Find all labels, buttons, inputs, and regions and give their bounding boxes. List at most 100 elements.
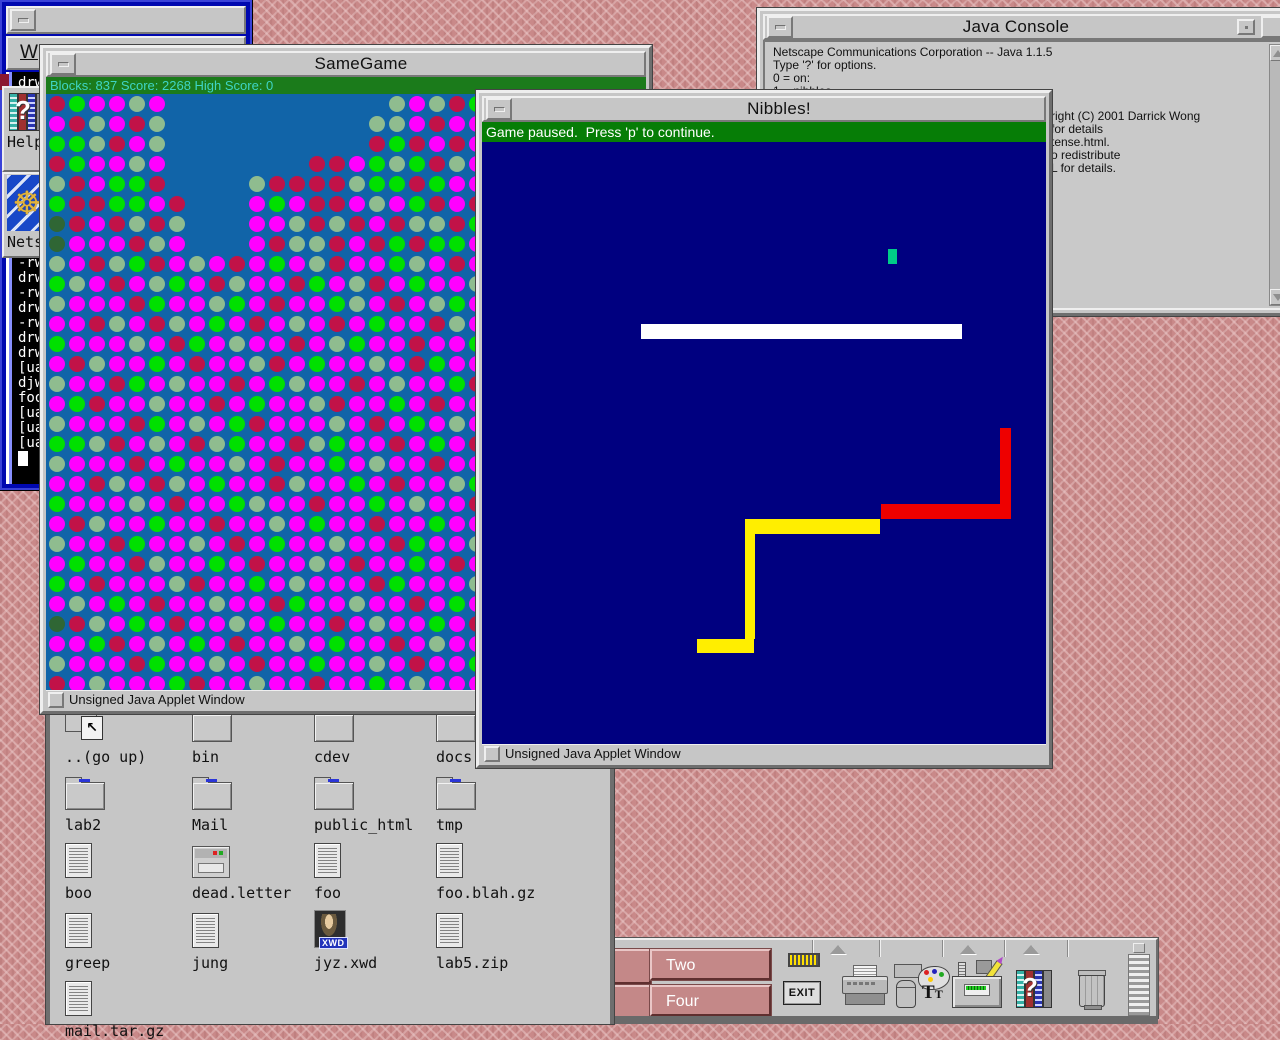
samegame-block[interactable] (249, 616, 265, 632)
maximize-button[interactable] (1261, 16, 1280, 38)
samegame-block[interactable] (129, 156, 145, 172)
samegame-block[interactable] (149, 456, 165, 472)
samegame-block[interactable] (89, 636, 105, 652)
samegame-block[interactable] (249, 176, 265, 192)
samegame-block[interactable] (249, 476, 265, 492)
samegame-block[interactable] (89, 596, 105, 612)
samegame-block[interactable] (409, 316, 425, 332)
samegame-block[interactable] (149, 136, 165, 152)
samegame-block[interactable] (449, 476, 465, 492)
samegame-block[interactable] (189, 436, 205, 452)
samegame-block[interactable] (329, 196, 345, 212)
samegame-block[interactable] (89, 316, 105, 332)
samegame-block[interactable] (429, 316, 445, 332)
samegame-block[interactable] (49, 296, 65, 312)
samegame-block[interactable] (449, 676, 465, 690)
samegame-block[interactable] (349, 356, 365, 372)
samegame-block[interactable] (389, 96, 405, 112)
samegame-block[interactable] (309, 316, 325, 332)
file-item-jung[interactable]: jung (192, 912, 312, 972)
samegame-block[interactable] (429, 276, 445, 292)
samegame-block[interactable] (149, 96, 165, 112)
samegame-block[interactable] (389, 636, 405, 652)
samegame-block[interactable] (329, 436, 345, 452)
samegame-block[interactable] (69, 596, 85, 612)
samegame-block[interactable] (289, 376, 305, 392)
samegame-block[interactable] (429, 356, 445, 372)
samegame-block[interactable] (209, 516, 225, 532)
samegame-block[interactable] (309, 596, 325, 612)
samegame-block[interactable] (369, 676, 385, 690)
samegame-block[interactable] (349, 536, 365, 552)
workspace-button-four[interactable]: Four (650, 985, 771, 1016)
samegame-block[interactable] (309, 416, 325, 432)
samegame-block[interactable] (89, 456, 105, 472)
samegame-block[interactable] (209, 476, 225, 492)
samegame-block[interactable] (49, 116, 65, 132)
samegame-block[interactable] (69, 216, 85, 232)
samegame-block[interactable] (169, 296, 185, 312)
samegame-block[interactable] (69, 656, 85, 672)
samegame-block[interactable] (429, 96, 445, 112)
samegame-block[interactable] (149, 336, 165, 352)
samegame-block[interactable] (89, 496, 105, 512)
samegame-block[interactable] (309, 396, 325, 412)
samegame-block[interactable] (409, 276, 425, 292)
samegame-block[interactable] (89, 96, 105, 112)
samegame-block[interactable] (369, 356, 385, 372)
samegame-block[interactable] (309, 336, 325, 352)
samegame-block[interactable] (369, 116, 385, 132)
samegame-block[interactable] (369, 316, 385, 332)
samegame-block[interactable] (69, 536, 85, 552)
samegame-block[interactable] (389, 336, 405, 352)
samegame-block[interactable] (389, 596, 405, 612)
samegame-block[interactable] (169, 256, 185, 272)
samegame-block[interactable] (349, 656, 365, 672)
samegame-block[interactable] (49, 436, 65, 452)
samegame-block[interactable] (369, 416, 385, 432)
samegame-block[interactable] (429, 576, 445, 592)
samegame-block[interactable] (129, 476, 145, 492)
samegame-block[interactable] (309, 376, 325, 392)
samegame-block[interactable] (189, 536, 205, 552)
samegame-block[interactable] (389, 436, 405, 452)
samegame-block[interactable] (69, 396, 85, 412)
samegame-block[interactable] (309, 156, 325, 172)
samegame-block[interactable] (329, 516, 345, 532)
samegame-block[interactable] (249, 296, 265, 312)
samegame-block[interactable] (129, 136, 145, 152)
samegame-block[interactable] (89, 216, 105, 232)
samegame-block[interactable] (329, 396, 345, 412)
samegame-block[interactable] (429, 376, 445, 392)
samegame-block[interactable] (269, 536, 285, 552)
samegame-block[interactable] (89, 176, 105, 192)
samegame-block[interactable] (389, 256, 405, 272)
samegame-block[interactable] (309, 676, 325, 690)
samegame-block[interactable] (189, 276, 205, 292)
samegame-block[interactable] (269, 636, 285, 652)
samegame-block[interactable] (49, 416, 65, 432)
samegame-block[interactable] (109, 256, 125, 272)
samegame-block[interactable] (69, 196, 85, 212)
samegame-block[interactable] (129, 436, 145, 452)
samegame-block[interactable] (329, 256, 345, 272)
samegame-block[interactable] (409, 256, 425, 272)
samegame-block[interactable] (69, 416, 85, 432)
file-item--go-up-[interactable]: ↖..(go up) (65, 706, 185, 766)
samegame-block[interactable] (109, 196, 125, 212)
samegame-block[interactable] (109, 456, 125, 472)
samegame-block[interactable] (89, 476, 105, 492)
samegame-block[interactable] (309, 576, 325, 592)
samegame-block[interactable] (109, 656, 125, 672)
samegame-block[interactable] (369, 456, 385, 472)
samegame-block[interactable] (269, 496, 285, 512)
samegame-block[interactable] (129, 456, 145, 472)
samegame-block[interactable] (229, 276, 245, 292)
samegame-block[interactable] (309, 536, 325, 552)
samegame-block[interactable] (309, 176, 325, 192)
samegame-block[interactable] (289, 396, 305, 412)
samegame-block[interactable] (149, 636, 165, 652)
samegame-block[interactable] (129, 676, 145, 690)
minimize-button[interactable] (486, 98, 512, 120)
samegame-block[interactable] (89, 616, 105, 632)
